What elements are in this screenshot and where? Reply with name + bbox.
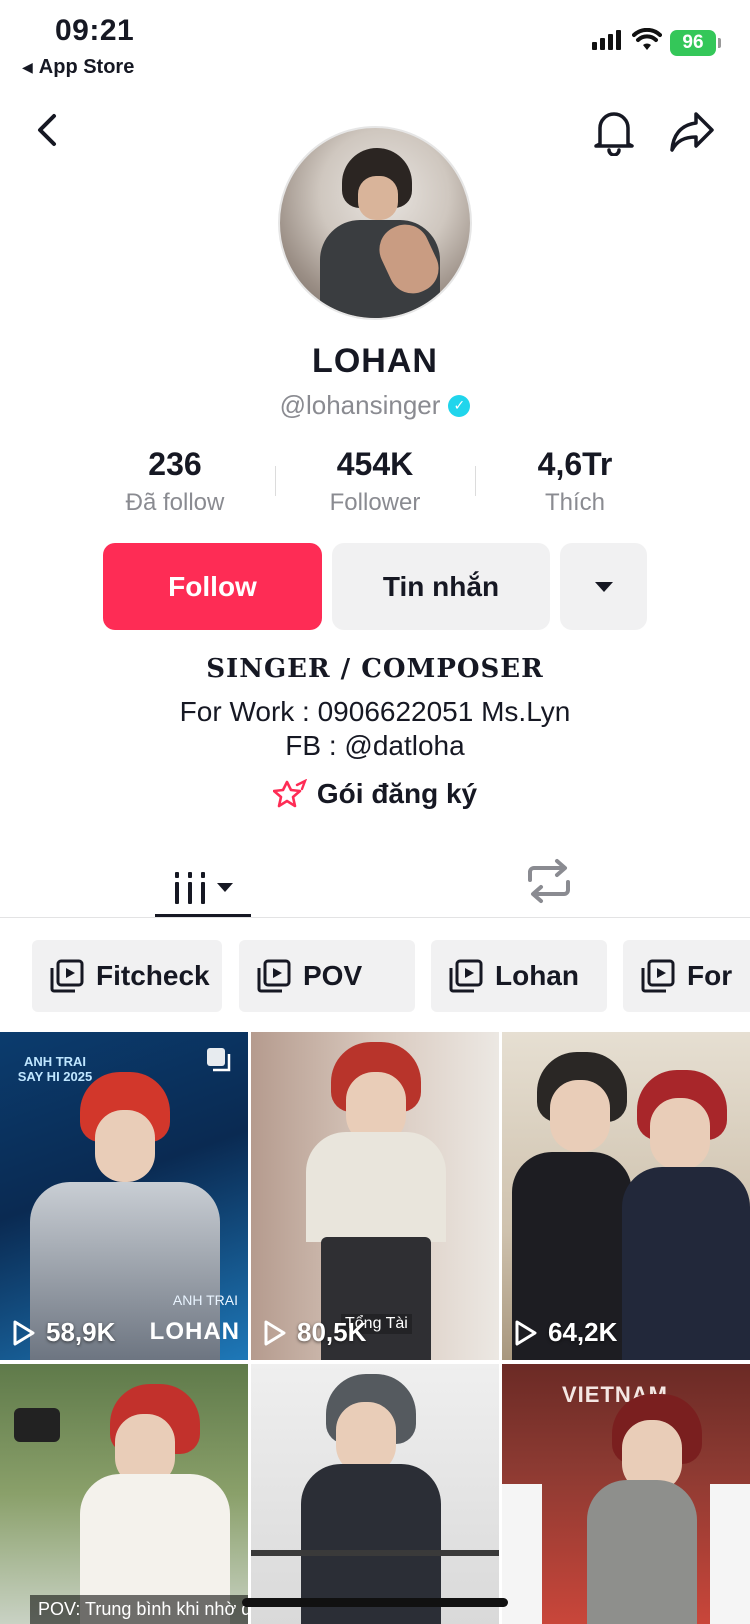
video-caption: POV: Trung bình khi nhờ đứa bbox=[30, 1595, 248, 1624]
video-tile[interactable]: 64,2K bbox=[502, 1032, 750, 1360]
playlist-label: Fitcheck bbox=[96, 960, 210, 991]
battery-level: 96 bbox=[682, 32, 704, 53]
verified-badge-icon: ✓ bbox=[448, 394, 471, 417]
status-time: 09:21 bbox=[55, 14, 135, 47]
play-icon bbox=[13, 1320, 35, 1345]
follow-button[interactable]: Follow bbox=[103, 543, 322, 630]
share-icon[interactable] bbox=[668, 110, 716, 154]
playlist-label: POV bbox=[303, 960, 363, 991]
play-icon bbox=[515, 1320, 537, 1345]
video-views: 58,9K bbox=[12, 1317, 115, 1348]
back-arrow-icon[interactable] bbox=[28, 110, 68, 150]
bell-icon[interactable] bbox=[592, 108, 636, 156]
video-person-body bbox=[587, 1480, 697, 1624]
playlist-icon bbox=[449, 959, 483, 993]
profile-name: LOHAN bbox=[312, 342, 438, 380]
video-person-jacket bbox=[306, 1132, 446, 1242]
playlist-fitcheck[interactable]: Fitcheck bbox=[32, 940, 222, 1012]
subscription-label: Gói đăng ký bbox=[316, 778, 478, 809]
video-overlay-brand: LOHAN bbox=[149, 1318, 240, 1345]
playlist-icon bbox=[257, 959, 291, 993]
grid-columns-icon bbox=[175, 872, 205, 904]
video-tile[interactable] bbox=[251, 1364, 499, 1624]
camera-prop bbox=[14, 1408, 60, 1442]
video-views-count: 80,5K bbox=[297, 1317, 367, 1347]
playlist-label: Lohan bbox=[495, 960, 579, 991]
back-app-label: App Store bbox=[38, 56, 135, 78]
profile-avatar[interactable] bbox=[278, 126, 472, 320]
video-views-count: 64,2K bbox=[548, 1317, 618, 1347]
video-views: 80,5K bbox=[263, 1317, 366, 1348]
profile-username: @lohansinger bbox=[279, 390, 441, 420]
stat-following-value: 236 bbox=[148, 446, 202, 482]
stat-likes-label: Thích bbox=[544, 489, 606, 516]
video-overlay-header: ANH TRAI SAY HI 2025 bbox=[17, 1054, 93, 1084]
video-tile[interactable]: VIETNAM bbox=[502, 1364, 750, 1624]
bio-title: SINGER / COMPOSER bbox=[206, 654, 544, 684]
tabs-divider bbox=[0, 917, 750, 918]
playlist-icon bbox=[50, 959, 84, 993]
playlist-lohan[interactable]: Lohan bbox=[431, 940, 607, 1012]
dropdown-caret-icon bbox=[217, 883, 233, 892]
stat-likes[interactable]: 4,6Tr Thích bbox=[475, 446, 675, 517]
stat-followers[interactable]: 454K Follower bbox=[275, 446, 475, 517]
wifi-icon bbox=[632, 28, 662, 50]
video-tile[interactable]: Tổng Tài 80,5K bbox=[251, 1032, 499, 1360]
battery-indicator: 96 bbox=[670, 30, 721, 56]
subscription-link[interactable]: Gói đăng ký bbox=[0, 778, 750, 810]
stat-following[interactable]: 236 Đã follow bbox=[75, 446, 275, 517]
more-options-button[interactable] bbox=[560, 543, 647, 630]
stair-railing-left bbox=[502, 1484, 542, 1624]
video-views: 64,2K bbox=[514, 1317, 617, 1348]
stat-following-label: Đã follow bbox=[125, 489, 225, 516]
railing-bar bbox=[251, 1550, 499, 1556]
profile-username-row: @lohansinger ✓ bbox=[0, 390, 750, 421]
stat-divider bbox=[475, 466, 476, 496]
playlist-label: For bbox=[687, 960, 733, 991]
stat-divider bbox=[275, 466, 276, 496]
playlist-icon bbox=[641, 959, 675, 993]
caret-down-icon bbox=[594, 581, 613, 592]
bio-line-work: For Work : 0906622051 Ms.Lyn bbox=[179, 696, 571, 727]
repost-icon[interactable] bbox=[524, 858, 574, 904]
avatar-face bbox=[358, 176, 398, 220]
back-to-app-link[interactable]: ◀ App Store bbox=[22, 56, 134, 79]
video-person-face bbox=[550, 1080, 610, 1152]
home-indicator bbox=[242, 1598, 508, 1607]
cellular-signal-icon bbox=[592, 30, 621, 50]
stat-followers-label: Follower bbox=[329, 489, 421, 516]
video-views-count: 58,9K bbox=[46, 1317, 116, 1347]
video-tile[interactable]: ANH TRAI SAY HI 2025 ANH TRAI LOHAN 58,9… bbox=[0, 1032, 248, 1360]
playlist-for[interactable]: For bbox=[623, 940, 750, 1012]
message-button[interactable]: Tin nhắn bbox=[332, 543, 550, 630]
stat-followers-value: 454K bbox=[336, 446, 414, 482]
video-overlay-top: ANH TRAI bbox=[172, 1292, 238, 1308]
video-tile[interactable]: POV: Trung bình khi nhờ đứa bbox=[0, 1364, 248, 1624]
subscription-star-icon bbox=[272, 779, 307, 808]
playlist-pov[interactable]: POV bbox=[239, 940, 415, 1012]
bio-line-fb: FB : @datloha bbox=[285, 730, 465, 761]
multi-photo-icon bbox=[207, 1048, 231, 1072]
back-triangle-icon: ◀ bbox=[22, 59, 33, 75]
video-person-face bbox=[95, 1110, 155, 1182]
profile-stats: 236 Đã follow 454K Follower 4,6Tr Thích bbox=[75, 446, 675, 517]
stat-likes-value: 4,6Tr bbox=[537, 446, 613, 482]
tab-videos[interactable] bbox=[155, 858, 251, 918]
stair-railing-right bbox=[710, 1484, 750, 1624]
video-person-face bbox=[650, 1098, 710, 1170]
play-icon bbox=[264, 1320, 286, 1345]
video-person-body bbox=[622, 1167, 750, 1360]
